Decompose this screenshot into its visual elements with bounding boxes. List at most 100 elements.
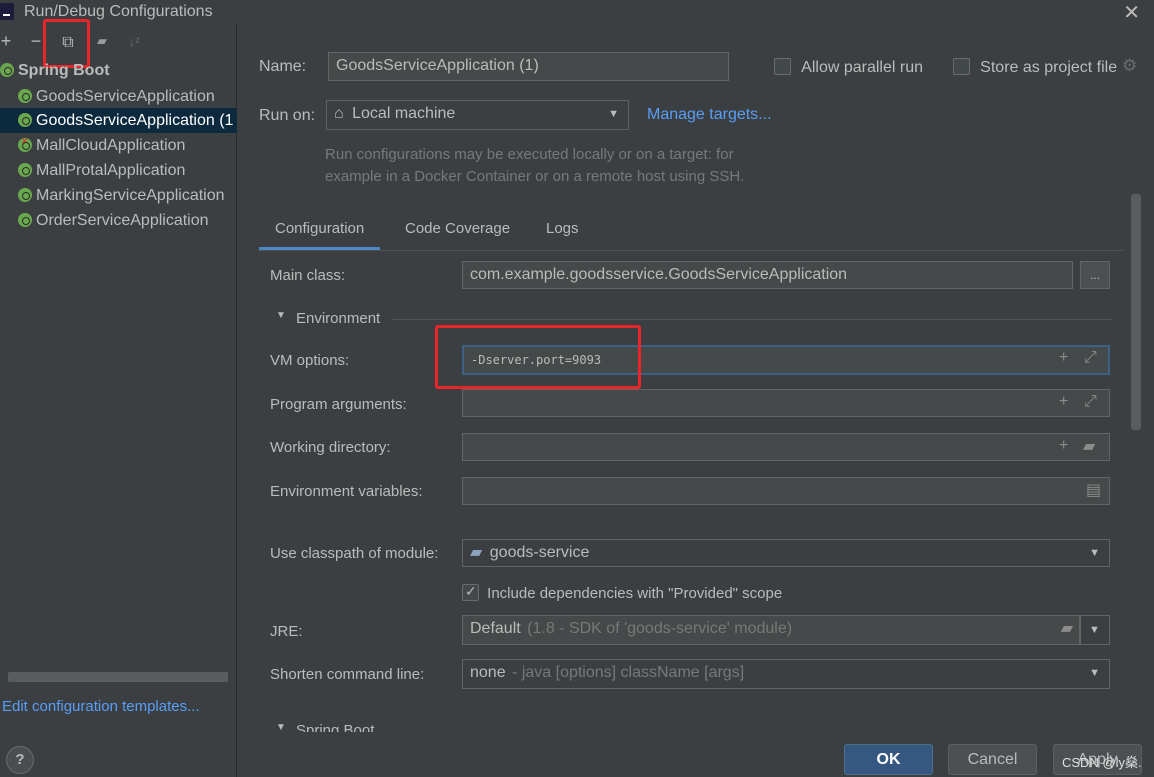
edit-configuration-templates-link[interactable]: Edit configuration templates... (2, 698, 200, 715)
expand-icon[interactable]: ⤢ (1084, 393, 1097, 411)
new-folder-icon[interactable]: ▰ (92, 30, 112, 52)
program-arguments-label: Program arguments: (270, 396, 407, 413)
checkbox-box[interactable] (462, 583, 479, 601)
tree-item-order-service[interactable]: OrderServiceApplication (0, 208, 237, 233)
spring-boot-section-header[interactable]: ▼ Spring Boot (260, 722, 430, 732)
tree-item-label: MallCloudApplication (36, 137, 186, 154)
spring-boot-app-icon (18, 213, 32, 227)
store-project-checkbox[interactable]: Store as project file (953, 58, 1117, 77)
name-input[interactable]: GoodsServiceApplication (1) (328, 52, 729, 81)
run-on-hint-line-2: example in a Docker Container or on a re… (325, 168, 745, 185)
tree-item-mall-cloud[interactable]: MallCloudApplication (0, 133, 237, 158)
expand-icon[interactable]: ⤢ (1084, 349, 1097, 367)
cancel-button[interactable]: Cancel (948, 744, 1037, 775)
tree-root-spring-boot[interactable]: Spring Boot (0, 62, 110, 80)
insert-macro-icon[interactable]: + (1059, 437, 1068, 455)
working-directory-input[interactable] (462, 433, 1110, 461)
tree-item-goods-service[interactable]: GoodsServiceApplication (0, 84, 237, 109)
tree-item-label: OrderServiceApplication (36, 212, 209, 229)
tree-item-label: GoodsServiceApplication (1 (36, 112, 234, 129)
spring-boot-section-label: Spring Boot (296, 722, 375, 732)
environment-section-label[interactable]: Environment (296, 310, 380, 327)
working-directory-label: Working directory: (270, 439, 391, 456)
close-icon[interactable]: ✕ (1123, 0, 1140, 25)
spring-boot-app-icon (18, 89, 32, 103)
tree-item-label: MarkingServiceApplication (36, 187, 225, 204)
watermark: CSDN @ly燊. (1062, 755, 1142, 770)
main-class-label: Main class: (270, 267, 346, 284)
allow-parallel-checkbox[interactable]: Allow parallel run (774, 58, 923, 77)
main-class-input[interactable]: com.example.goodsservice.GoodsServiceApp… (462, 261, 1073, 289)
gear-icon[interactable]: ⚙ (1122, 56, 1137, 76)
checkbox-box[interactable] (774, 58, 791, 75)
spring-boot-app-icon (18, 188, 32, 202)
edit-document-icon[interactable]: ▤ (1086, 480, 1101, 500)
tree-horizontal-scrollbar[interactable] (8, 672, 228, 682)
chevron-down-icon: ▼ (1089, 624, 1100, 636)
classpath-module-label: Use classpath of module: (270, 545, 439, 562)
spring-boot-app-icon (18, 113, 32, 127)
run-on-hint-line-1: Run configurations may be executed local… (325, 146, 734, 163)
checkbox-box[interactable] (953, 58, 970, 75)
tab-configuration[interactable]: Configuration (259, 216, 381, 250)
help-button[interactable]: ? (6, 746, 34, 774)
jre-label: JRE: (270, 623, 303, 640)
shorten-detail: - java [options] className [args] (512, 664, 745, 681)
add-vm-option-icon[interactable]: + (1059, 349, 1068, 367)
chevron-down-icon: ▼ (1089, 667, 1100, 679)
environment-variables-label: Environment variables: (270, 483, 423, 500)
sort-icon[interactable]: ↓² (124, 30, 144, 52)
home-icon: ⌂ (334, 105, 344, 122)
include-provided-label: Include dependencies with "Provided" sco… (487, 585, 783, 602)
intellij-logo-icon (0, 3, 14, 20)
tab-code-coverage[interactable]: Code Coverage (389, 216, 526, 250)
include-provided-checkbox[interactable]: Include dependencies with "Provided" sco… (462, 583, 783, 602)
config-vertical-scrollbar[interactable] (1131, 194, 1141, 430)
shorten-command-line-dropdown[interactable]: none - java [options] className [args] ▼ (462, 659, 1110, 689)
allow-parallel-label: Allow parallel run (801, 59, 924, 76)
tree-item-goods-service-1[interactable]: GoodsServiceApplication (1 (0, 108, 237, 133)
jre-value: Default (470, 620, 521, 637)
chevron-down-icon: ▼ (608, 108, 619, 120)
tab-logs[interactable]: Logs (530, 216, 595, 250)
program-arguments-input[interactable] (462, 389, 1110, 417)
ok-button[interactable]: OK (844, 744, 933, 775)
jre-input[interactable]: Default (1.8 - SDK of 'goods-service' mo… (462, 615, 1080, 645)
folder-icon[interactable]: ▰ (1061, 616, 1073, 642)
browse-main-class-button[interactable]: ... (1080, 261, 1110, 289)
environment-divider (392, 319, 1112, 320)
highlight-box-vm-options (435, 325, 641, 389)
spring-boot-app-icon (18, 163, 32, 177)
tree-root-label: Spring Boot (18, 62, 110, 79)
environment-variables-input[interactable] (462, 477, 1110, 505)
classpath-module-dropdown[interactable]: ▰ goods-service ▼ (462, 539, 1110, 567)
run-on-value: Local machine (352, 105, 456, 122)
store-project-label: Store as project file (980, 59, 1118, 76)
classpath-module-value: goods-service (489, 544, 590, 561)
run-on-dropdown[interactable]: ⌂ Local machine ▼ (326, 100, 629, 130)
tree-item-marking-service[interactable]: MarkingServiceApplication (0, 183, 237, 208)
tree-item-mall-protal[interactable]: MallProtalApplication (0, 158, 237, 183)
title-bar: Run/Debug Configurations ✕ (0, 0, 1154, 24)
copy-configuration-icon[interactable]: ⧉ (58, 32, 78, 54)
run-on-label: Run on: (259, 107, 316, 124)
jre-detail: (1.8 - SDK of 'goods-service' module) (527, 620, 793, 637)
spring-boot-icon (0, 63, 14, 77)
tree-item-label: MallProtalApplication (36, 162, 186, 179)
spring-boot-app-error-icon (18, 133, 32, 154)
shorten-command-line-label: Shorten command line: (270, 666, 425, 683)
add-argument-icon[interactable]: + (1059, 393, 1068, 411)
tree-item-label: GoodsServiceApplication (36, 88, 215, 105)
vm-options-label: VM options: (270, 352, 350, 369)
module-folder-icon: ▰ (470, 544, 483, 561)
add-icon[interactable]: + (0, 30, 16, 52)
jre-dropdown-button[interactable]: ▼ (1080, 615, 1110, 645)
shorten-value: none (470, 664, 506, 681)
folder-icon[interactable]: ▰ (1083, 436, 1095, 456)
manage-targets-link[interactable]: Manage targets... (647, 106, 772, 124)
collapse-environment-icon[interactable]: ▼ (276, 310, 286, 321)
name-label: Name: (259, 58, 307, 75)
collapse-spring-boot-icon[interactable]: ▼ (276, 722, 286, 732)
configuration-panel (258, 250, 1124, 777)
chevron-down-icon: ▼ (1089, 547, 1100, 559)
